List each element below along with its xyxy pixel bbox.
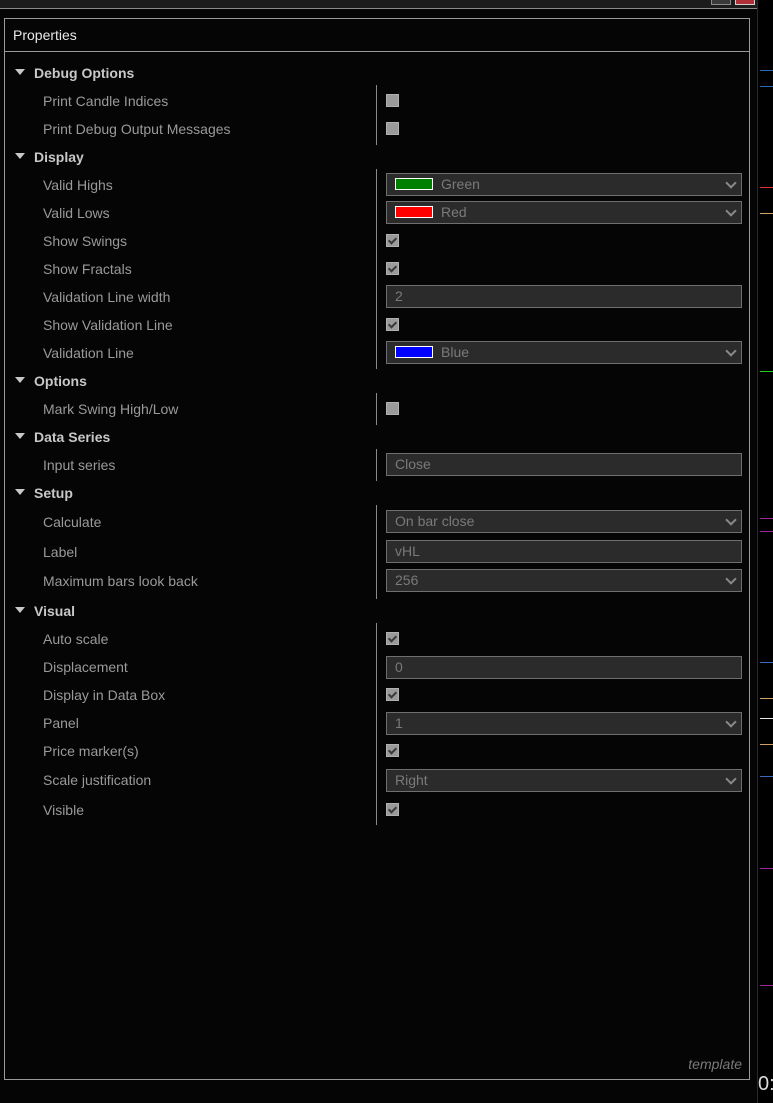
label-calculate: Calculate	[43, 514, 102, 530]
label-input[interactable]: vHL	[386, 540, 742, 563]
properties-panel: Properties Debug Options Print Candle In…	[4, 18, 750, 1080]
red-swatch-icon	[395, 206, 433, 219]
close-button[interactable]	[735, 0, 755, 5]
expand-triangle-icon	[15, 153, 25, 160]
label-label: Label	[43, 544, 78, 560]
label-displacement: Displacement	[43, 659, 128, 675]
label-panel: Panel	[43, 715, 79, 731]
label-visible: Visible	[43, 802, 84, 818]
category-options[interactable]: Options	[11, 367, 87, 395]
select-value: Red	[441, 204, 467, 220]
label-input-series: Input series	[43, 457, 116, 473]
category-visual[interactable]: Visual	[11, 597, 75, 625]
select-value: Blue	[441, 344, 470, 360]
label-validation-line: Validation Line	[43, 345, 134, 361]
show-fractals-checkbox[interactable]	[386, 262, 399, 275]
label-auto-scale: Auto scale	[43, 631, 109, 647]
chart-marker	[760, 718, 773, 719]
column-divider	[376, 449, 377, 481]
category-label: Visual	[34, 603, 75, 619]
select-value: On bar close	[395, 513, 475, 529]
auto-scale-checkbox[interactable]	[386, 632, 399, 645]
show-swings-checkbox[interactable]	[386, 234, 399, 247]
validation-line-width-input[interactable]: 2	[386, 285, 742, 308]
chart-marker	[760, 744, 773, 745]
expand-triangle-icon	[15, 433, 25, 440]
category-debug-options[interactable]: Debug Options	[11, 59, 134, 87]
expand-triangle-icon	[15, 377, 25, 384]
panel-select[interactable]: 1	[386, 712, 742, 735]
label-mark-swing-high-low: Mark Swing High/Low	[43, 401, 179, 417]
column-divider	[376, 623, 377, 825]
window-top-bar	[0, 0, 757, 9]
displacement-input[interactable]: 0	[386, 656, 742, 679]
select-value: Green	[441, 176, 480, 192]
expand-triangle-icon	[15, 489, 25, 496]
label-validation-line-width: Validation Line width	[43, 289, 171, 305]
price-markers-checkbox[interactable]	[386, 744, 399, 757]
label-print-candle-indices: Print Candle Indices	[43, 93, 169, 109]
chart-marker	[760, 662, 773, 663]
chart-marker	[760, 213, 773, 214]
green-swatch-icon	[395, 178, 433, 191]
category-label: Options	[34, 373, 87, 389]
display-in-data-box-checkbox[interactable]	[386, 688, 399, 701]
print-debug-output-checkbox[interactable]	[386, 122, 399, 135]
input-series-field[interactable]: Close	[386, 453, 742, 476]
column-divider	[376, 85, 377, 145]
chart-marker	[760, 371, 773, 372]
valid-lows-color-select[interactable]: Red	[386, 201, 742, 224]
label-maximum-bars-look-back: Maximum bars look back	[43, 573, 198, 589]
chart-axis-text: 0:	[758, 1073, 773, 1095]
show-validation-line-checkbox[interactable]	[386, 318, 399, 331]
chart-marker	[760, 698, 773, 699]
chart-marker	[760, 187, 773, 188]
label-display-in-data-box: Display in Data Box	[43, 687, 166, 703]
column-divider	[376, 393, 377, 425]
label-valid-highs: Valid Highs	[43, 177, 113, 193]
category-label: Data Series	[34, 429, 111, 445]
category-data-series[interactable]: Data Series	[11, 423, 110, 451]
chart-marker	[760, 518, 773, 519]
maximum-bars-look-back-select[interactable]: 256	[386, 569, 742, 592]
chart-marker	[760, 985, 773, 986]
mark-swing-high-low-checkbox[interactable]	[386, 402, 399, 415]
visible-checkbox[interactable]	[386, 803, 399, 816]
label-print-debug-output: Print Debug Output Messages	[43, 121, 231, 137]
chart-marker	[760, 70, 773, 71]
chart-marker	[760, 531, 773, 532]
label-scale-justification: Scale justification	[43, 772, 152, 788]
label-show-swings: Show Swings	[43, 233, 128, 249]
chart-marker	[760, 868, 773, 869]
column-divider	[376, 505, 377, 599]
label-price-markers: Price marker(s)	[43, 743, 139, 759]
chart-marker	[760, 776, 773, 777]
expand-triangle-icon	[15, 607, 25, 614]
label-show-validation-line: Show Validation Line	[43, 317, 173, 333]
panel-title: Properties	[5, 19, 749, 52]
label-show-fractals: Show Fractals	[43, 261, 132, 277]
template-label[interactable]: template	[688, 1056, 742, 1072]
category-label: Setup	[34, 485, 73, 501]
print-candle-indices-checkbox[interactable]	[386, 94, 399, 107]
calculate-select[interactable]: On bar close	[386, 510, 742, 533]
restore-button[interactable]	[711, 0, 731, 5]
category-setup[interactable]: Setup	[11, 479, 73, 507]
label-valid-lows: Valid Lows	[43, 205, 110, 221]
validation-line-color-select[interactable]: Blue	[386, 341, 742, 364]
blue-swatch-icon	[395, 346, 433, 359]
valid-highs-color-select[interactable]: Green	[386, 173, 742, 196]
scale-justification-select[interactable]: Right	[386, 769, 742, 792]
select-value: 1	[395, 715, 403, 731]
chart-marker	[760, 86, 773, 87]
column-divider	[376, 169, 377, 369]
select-value: 256	[395, 572, 419, 588]
chart-edge-strip: 0:	[757, 0, 773, 1103]
category-label: Display	[34, 149, 84, 165]
select-value: Right	[395, 772, 428, 788]
category-display[interactable]: Display	[11, 143, 84, 171]
expand-triangle-icon	[15, 69, 25, 76]
category-label: Debug Options	[34, 65, 135, 81]
